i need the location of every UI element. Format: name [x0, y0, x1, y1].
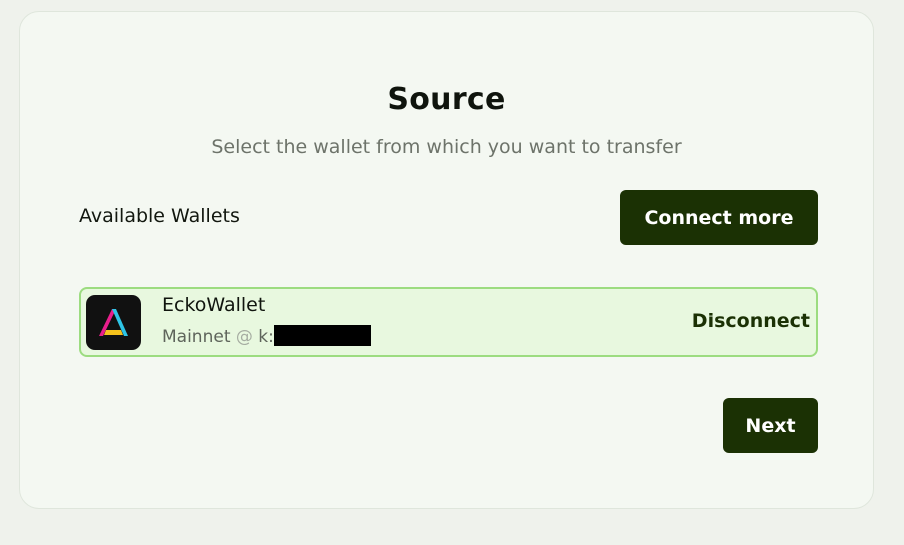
next-button[interactable]: Next: [723, 398, 818, 453]
disconnect-button[interactable]: Disconnect: [692, 310, 810, 332]
at-symbol: @: [235, 327, 253, 347]
page-subtitle: Select the wallet from which you want to…: [211, 136, 682, 158]
source-card: Source Select the wallet from which you …: [19, 11, 874, 509]
wallet-name: EckoWallet: [162, 294, 266, 316]
redacted-address: [273, 324, 371, 346]
page-title: Source: [387, 82, 506, 117]
wallet-list-item[interactable]: EckoWallet Mainnet @ k: Disconnect: [79, 287, 818, 357]
ecko-wallet-logo-icon: [86, 295, 141, 350]
wallet-network-address: Mainnet @ k:: [162, 324, 371, 347]
available-wallets-label: Available Wallets: [79, 205, 240, 227]
wallet-network: Mainnet: [162, 327, 231, 347]
connect-more-button[interactable]: Connect more: [620, 190, 818, 245]
wallet-address-prefix: k:: [258, 327, 274, 347]
